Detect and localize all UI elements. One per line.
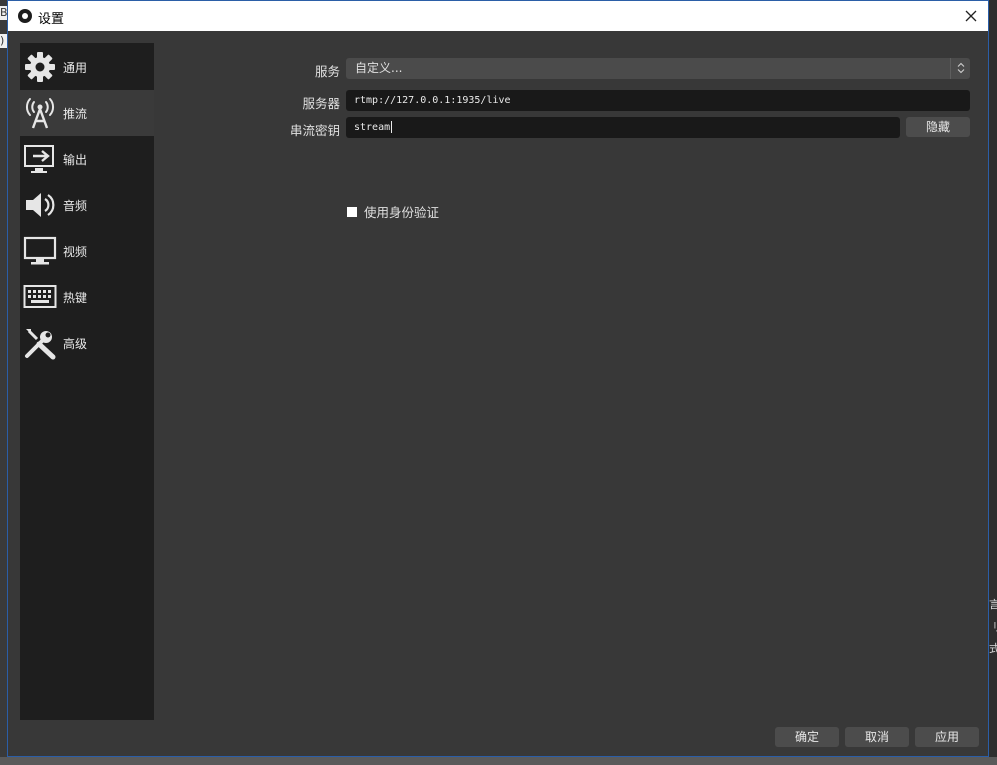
sidebar-item-label: 输出 xyxy=(63,152,88,167)
sidebar-item-label: 音频 xyxy=(63,198,88,213)
ok-button[interactable]: 确定 xyxy=(775,727,839,747)
service-select[interactable]: 自定义... xyxy=(346,58,970,79)
text-caret xyxy=(391,121,393,133)
stream-key-input-value: stream xyxy=(354,122,391,133)
hide-key-button[interactable]: 隐藏 xyxy=(906,117,970,137)
cancel-button[interactable]: 取消 xyxy=(845,727,909,747)
sidebar-item-general[interactable]: 通用 xyxy=(20,44,154,90)
sidebar-item-stream[interactable]: 推流 xyxy=(20,90,154,136)
sidebar-item-hotkeys[interactable]: 热键 xyxy=(20,274,154,320)
chevron-updown-icon xyxy=(950,58,970,79)
sidebar-item-video[interactable]: 视频 xyxy=(20,228,154,274)
sidebar-item-output[interactable]: 输出 xyxy=(20,136,154,182)
background-taskbar-edge xyxy=(0,757,997,765)
output-monitor-icon xyxy=(23,142,57,176)
sidebar-item-label: 推流 xyxy=(63,106,88,121)
gear-icon xyxy=(23,50,57,84)
stream-key-input[interactable]: stream xyxy=(346,117,900,138)
sidebar-item-audio[interactable]: 音频 xyxy=(20,182,154,228)
settings-dialog: 设置 通用 推流 输出 音频 视频 热键 高级 服务 自定义... 服务器 rt… xyxy=(7,0,989,757)
sidebar-item-advanced[interactable]: 高级 xyxy=(20,320,154,366)
monitor-icon xyxy=(23,234,57,268)
close-icon xyxy=(965,10,977,22)
use-auth-checkbox[interactable] xyxy=(347,206,357,217)
close-button[interactable] xyxy=(954,1,988,31)
stream-key-label: 串流密钥 xyxy=(289,123,340,138)
title-bar: 设置 xyxy=(8,1,988,31)
broadcast-antenna-icon xyxy=(23,96,57,130)
use-auth-label: 使用身份验证 xyxy=(364,205,440,220)
server-input-value: rtmp://127.0.0.1:1935/live xyxy=(354,95,511,106)
server-input[interactable]: rtmp://127.0.0.1:1935/live xyxy=(346,90,970,111)
sidebar-item-label: 通用 xyxy=(63,60,88,75)
sidebar-item-label: 高级 xyxy=(63,336,88,351)
tools-icon xyxy=(23,326,57,360)
service-label: 服务 xyxy=(314,64,340,79)
obs-logo-icon xyxy=(18,9,32,23)
keyboard-icon xyxy=(23,280,57,314)
sidebar-item-label: 热键 xyxy=(63,290,88,305)
use-auth-row[interactable]: 使用身份验证 xyxy=(347,202,439,221)
speaker-icon xyxy=(23,188,57,222)
background-app-right-edge: 言 刂 式 xyxy=(989,0,997,765)
window-title: 设置 xyxy=(38,12,65,27)
settings-sidebar: 通用 推流 输出 音频 视频 热键 高级 xyxy=(20,43,154,720)
apply-button[interactable]: 应用 xyxy=(915,727,979,747)
sidebar-item-label: 视频 xyxy=(63,244,88,259)
service-select-value: 自定义... xyxy=(355,61,403,75)
server-label: 服务器 xyxy=(302,96,340,111)
